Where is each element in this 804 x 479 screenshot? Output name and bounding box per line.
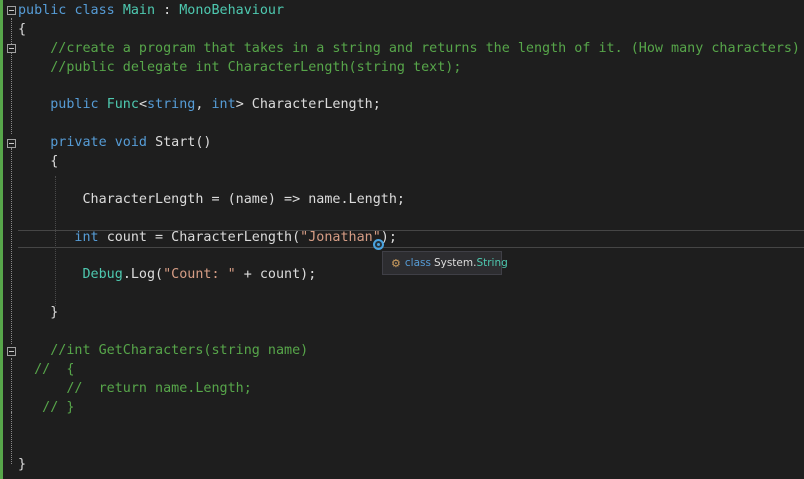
code-token: .Log( bbox=[122, 267, 164, 282]
code-token: string bbox=[147, 97, 196, 112]
code-line[interactable]: { bbox=[18, 153, 58, 171]
code-line[interactable]: //public delegate int CharacterLength(st… bbox=[18, 59, 461, 77]
code-token: //public delegate int CharacterLength(st… bbox=[18, 60, 462, 75]
code-token: class bbox=[74, 3, 115, 18]
code-line[interactable]: int count = CharacterLength("Jonathan"); bbox=[18, 229, 397, 247]
code-line[interactable]: } bbox=[18, 456, 26, 474]
code-line[interactable]: //int GetCharacters(string name) bbox=[18, 342, 308, 360]
tooltip-keyword: class bbox=[404, 257, 431, 269]
code-token: MonoBehaviour bbox=[179, 3, 285, 18]
code-token: // return name.Length; bbox=[18, 381, 252, 396]
quick-info-tooltip: ⚙ class System. String bbox=[382, 251, 508, 275]
code-token: public bbox=[18, 97, 107, 112]
code-token: CharacterLength = (name) => name.Length; bbox=[18, 192, 405, 207]
code-line[interactable]: CharacterLength = (name) => name.Length; bbox=[18, 191, 405, 209]
code-token: count = CharacterLength( bbox=[106, 230, 301, 245]
collapse-toggle-start[interactable] bbox=[7, 139, 16, 148]
code-token: int bbox=[18, 230, 107, 245]
code-token: { bbox=[18, 22, 27, 37]
code-token: // { bbox=[18, 362, 75, 377]
code-token: Start() bbox=[155, 135, 212, 150]
code-line[interactable]: // { bbox=[18, 361, 74, 379]
tooltip-namespace: System. bbox=[433, 257, 477, 269]
code-token: + count); bbox=[235, 267, 317, 282]
code-token: } bbox=[18, 305, 59, 320]
mouse-cursor-icon bbox=[373, 239, 384, 250]
code-token: { bbox=[18, 154, 59, 169]
code-token: Main bbox=[122, 3, 156, 18]
code-token: : bbox=[155, 3, 180, 18]
code-token: Func bbox=[106, 97, 139, 112]
code-token: //create a program that takes in a strin… bbox=[18, 41, 800, 56]
tooltip-type: String bbox=[476, 257, 508, 269]
code-token: } bbox=[18, 457, 27, 472]
code-line[interactable]: // } bbox=[18, 399, 74, 417]
code-token: Debug bbox=[82, 267, 123, 282]
code-token: void bbox=[114, 135, 156, 150]
code-token: "Count: " bbox=[163, 267, 236, 282]
code-token: public bbox=[18, 3, 67, 18]
code-token: < bbox=[138, 97, 147, 112]
code-token: "Jonathan" bbox=[300, 230, 381, 245]
code-line[interactable]: } bbox=[18, 304, 58, 322]
collapse-toggle-comment[interactable] bbox=[7, 44, 16, 53]
code-line[interactable]: public Func<string, int> CharacterLength… bbox=[18, 96, 381, 114]
code-line[interactable]: // return name.Length; bbox=[18, 380, 252, 398]
code-token: > CharacterLength; bbox=[235, 97, 381, 112]
code-token: // } bbox=[18, 400, 75, 415]
code-token: int bbox=[211, 97, 236, 112]
collapse-toggle-class[interactable] bbox=[7, 6, 16, 15]
class-icon: ⚙ bbox=[391, 256, 401, 270]
changes-margin-bar bbox=[0, 0, 3, 479]
code-line[interactable]: Debug.Log("Count: " + count); bbox=[18, 266, 317, 284]
collapse-toggle-getcharacters[interactable] bbox=[7, 347, 16, 356]
code-line[interactable]: public class Main : MonoBehaviour bbox=[18, 2, 284, 20]
code-line[interactable]: //create a program that takes in a strin… bbox=[18, 40, 800, 58]
code-token: , bbox=[195, 97, 212, 112]
code-token: //int GetCharacters(string name) bbox=[18, 343, 309, 358]
code-line[interactable]: private void Start() bbox=[18, 134, 212, 152]
code-token: private bbox=[18, 135, 115, 150]
code-line[interactable]: { bbox=[18, 21, 26, 39]
